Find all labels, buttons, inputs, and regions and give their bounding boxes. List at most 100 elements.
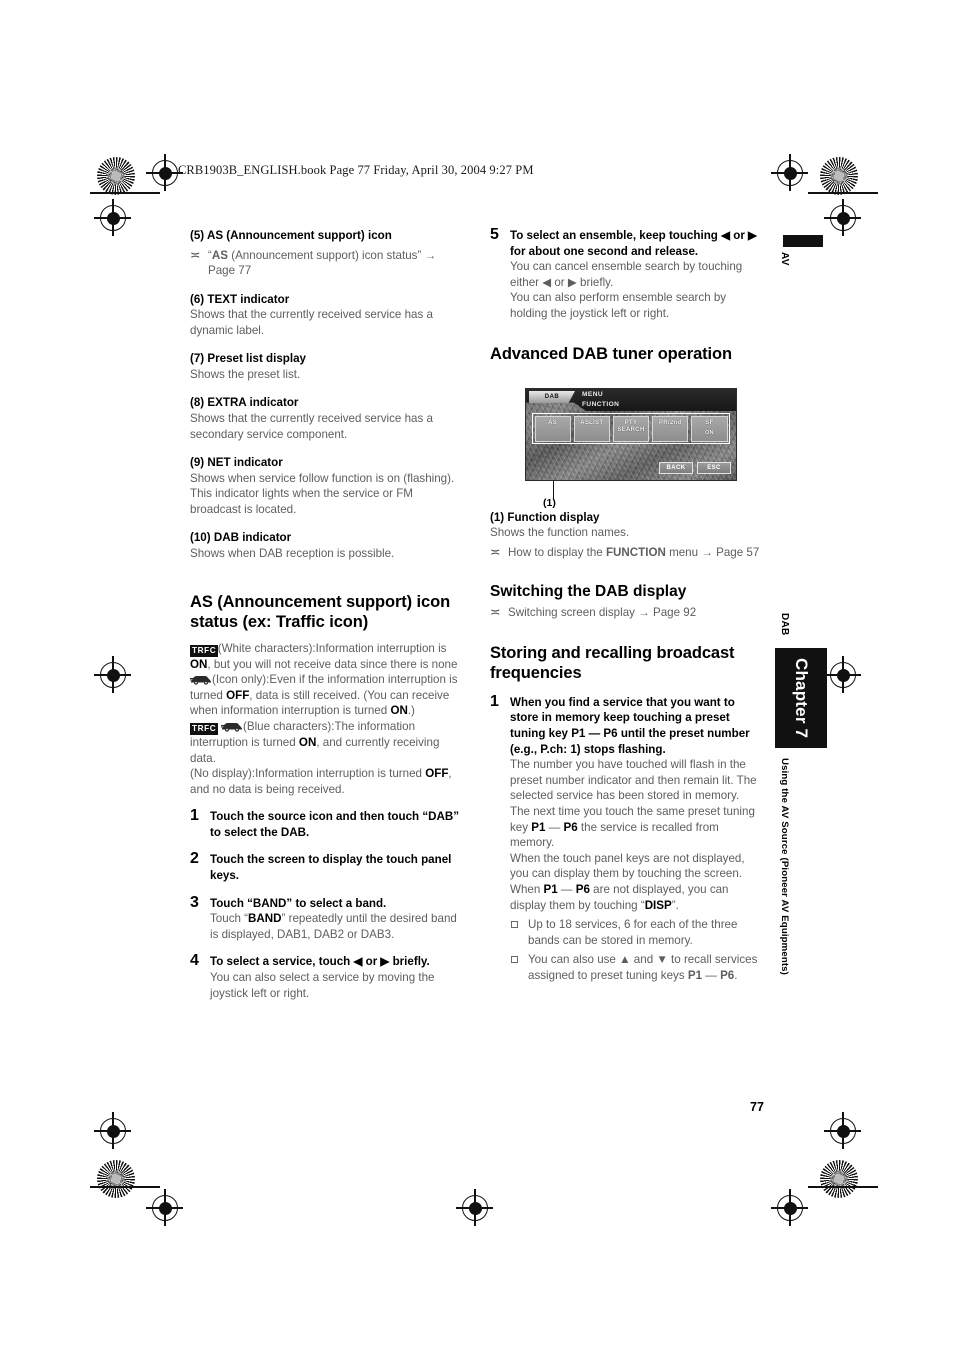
item-6-bold: TEXT — [207, 292, 238, 306]
figure-bottom-keys: BACK ESC — [659, 462, 731, 474]
store-body-2-p1: P1 — [531, 820, 546, 834]
figure-back-button[interactable]: BACK — [659, 462, 693, 474]
right-column: 5 To select an ensemble, keep touching ◀… — [490, 226, 762, 984]
function-menu-reference: ≍ How to display the FUNCTION menu → Pag… — [490, 545, 762, 561]
item-10-title: (10) DAB indicator — [190, 530, 462, 546]
item-10-number: (10) — [190, 531, 214, 545]
item-9-body-1: Shows when service follow function is on… — [190, 471, 455, 485]
item-9-title: (9) NET indicator — [190, 455, 462, 471]
item-10-body: Shows when DAB reception is possible. — [190, 546, 395, 560]
sidebar-chapter-title: Using the AV Source (Pioneer AV Equipmen… — [779, 758, 790, 976]
store-body-4-p6: P6 — [575, 882, 590, 896]
square-bullet-icon-2 — [511, 956, 518, 964]
crop-line-bottom-left — [90, 1186, 160, 1188]
crop-line-bottom-right — [808, 1186, 878, 1188]
step-3-lead: Touch “BAND” to select a band. — [210, 896, 387, 910]
function-ref-1: How to display the — [508, 545, 606, 559]
step-3-body: Touch “BAND” repeatedly until the desire… — [210, 911, 462, 942]
function-display-body: Shows the function names. — [490, 526, 630, 540]
item-9-number: (9) — [190, 456, 208, 470]
store-step-1-number: 1 — [490, 692, 499, 710]
store-body-4-p1: P1 — [543, 882, 558, 896]
figure-key-sf-label: SF — [705, 419, 714, 426]
left-column: (5) AS (Announcement support) icon ≍ “AS… — [190, 228, 462, 1001]
car-icon — [190, 674, 212, 685]
sidebar-dab-label: DAB — [779, 613, 790, 636]
blue-chars-on: ON — [298, 735, 317, 749]
item-8-bold: EXTRA — [207, 396, 247, 410]
function-display-title: (1) Function display — [490, 510, 600, 524]
item-9-body-2: This indicator lights when the service o… — [190, 487, 413, 516]
store-body-1: The number you have touched will flash i… — [510, 758, 757, 803]
sidebar-av-label: AV — [779, 252, 790, 266]
store-body-4-disp: DISP — [644, 898, 672, 912]
step-1-number: 1 — [190, 807, 199, 825]
printer-star-mark-top-right — [820, 157, 858, 195]
item-5-ref-bold: AS — [211, 248, 228, 262]
crop-line-top-right — [808, 192, 878, 194]
loop-arrow-icon: ≍ — [190, 247, 201, 262]
store-body-4-mid: — — [557, 882, 576, 896]
item-5-bold: AS — [206, 229, 224, 242]
figure-key-pty-search-label: PTY SEARCH — [617, 419, 645, 434]
store-body-4-end: ”. — [671, 898, 679, 912]
figure-source-icon[interactable]: DAB — [529, 391, 575, 403]
printer-star-mark-top-left — [97, 157, 135, 195]
registration-mark-bottom-right — [771, 1189, 808, 1226]
white-chars-1: (White characters):Information interrupt… — [217, 641, 447, 655]
item-10-bold: DAB — [213, 531, 239, 545]
item-5-number: (5) — [190, 229, 207, 242]
step-2-number: 2 — [190, 850, 199, 868]
no-display-1: (No display):Information interruption is… — [190, 767, 426, 781]
icon-only-off: OFF — [226, 688, 250, 702]
registration-mark-bottom-left — [146, 1189, 183, 1226]
step-2: 2 Touch the screen to display the touch … — [190, 850, 462, 883]
step-3-number: 3 — [190, 893, 199, 911]
item-8-title: (8) EXTRA indicator — [190, 395, 462, 411]
store-body-2: The next time you touch the same preset … — [510, 804, 762, 851]
figure-key-as[interactable]: AS — [534, 415, 571, 442]
icon-only-on: ON — [390, 704, 408, 718]
step-5: 5 To select an ensemble, keep touching ◀… — [490, 226, 762, 322]
item-8-rest: indicator — [246, 396, 299, 410]
registration-mark-left-upper — [94, 199, 131, 236]
figure-menu-line1: MENU — [582, 391, 604, 398]
printer-star-mark-bottom-left — [97, 1160, 135, 1198]
figure-key-as-label: AS — [548, 419, 558, 426]
step-5-body-2: You can also perform ensemble search by … — [510, 291, 727, 320]
item-5-rest: (Announcement support) icon — [223, 229, 392, 242]
item-5-ref-post: (Announcement support) icon status” → Pa… — [208, 248, 437, 278]
printer-star-mark-bottom-right — [820, 1160, 858, 1198]
note-1-text: Up to 18 services, 6 for each of the thr… — [528, 918, 738, 947]
item-9-bold: NET — [207, 456, 231, 470]
step-4-number: 4 — [190, 952, 199, 970]
registration-mark-top-left — [146, 154, 183, 191]
step-4: 4 To select a service, touch ◀ or ▶ brie… — [190, 952, 462, 1001]
registration-mark-left-lower — [94, 1112, 131, 1149]
white-chars-2: , but you will not receive data since th… — [207, 657, 458, 671]
heading-advanced-dab-tuner: Advanced DAB tuner operation — [490, 344, 732, 363]
step-5-lead: To select an ensemble, keep touching ◀ o… — [510, 229, 757, 258]
figure-esc-button[interactable]: ESC — [697, 462, 731, 474]
sidebar-chapter-label: Chapter 7 — [792, 657, 811, 739]
figure-key-pty-search[interactable]: PTY SEARCH — [612, 415, 650, 442]
figure-key-aslist[interactable]: ASLIST — [573, 415, 610, 442]
figure-key-pr-2nd[interactable]: PR/2nd — [652, 415, 689, 442]
trfc-badge-icon: TRFC — [190, 644, 218, 657]
store-body-2-p6: P6 — [563, 820, 578, 834]
store-step-1-lead: When you find a service that you want to… — [510, 695, 750, 756]
figure-key-sf[interactable]: SF ON — [691, 415, 728, 442]
note-2-post: . — [734, 968, 738, 982]
figure-key-aslist-label: ASLIST — [580, 419, 604, 426]
registration-mark-right-mid — [824, 656, 861, 693]
note-1: Up to 18 services, 6 for each of the thr… — [510, 917, 762, 948]
sidebar-black-bar — [783, 235, 823, 247]
step-2-lead: Touch the screen to display the touch pa… — [210, 853, 452, 883]
item-5-title: (5) AS (Announcement support) icon — [190, 228, 462, 244]
figure-menu-line2: FUNCTION — [582, 400, 620, 408]
step-5-body-1: You can cancel ensemble search by touchi… — [510, 260, 743, 289]
figure-key-pr-2nd-label: PR/2nd — [658, 419, 682, 426]
switching-reference: ≍ Switching screen display → Page 92 — [490, 605, 762, 621]
note-2-p1: P1 — [687, 968, 703, 982]
store-body-4-pre: When — [510, 882, 544, 896]
